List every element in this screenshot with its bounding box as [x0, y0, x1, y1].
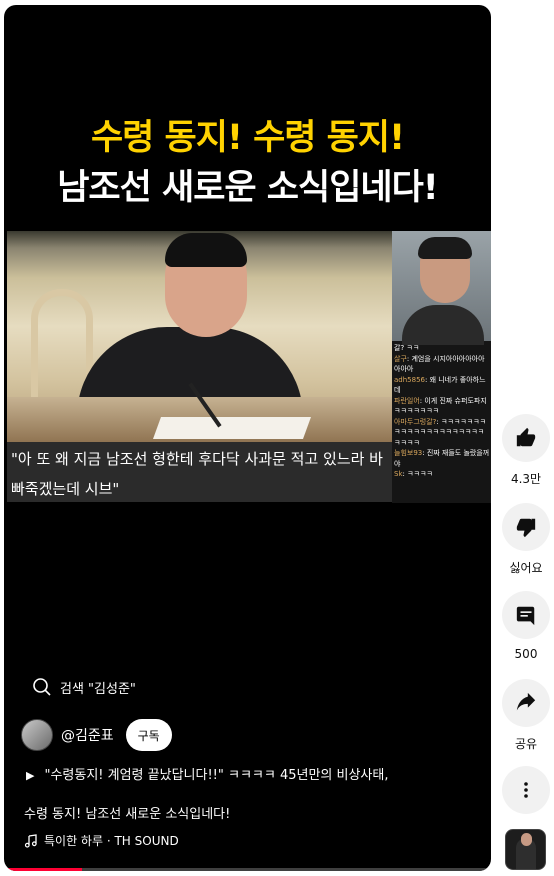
- more-button[interactable]: [502, 766, 550, 814]
- video-player[interactable]: 수령 동지! 수령 동지! 남조선 새로운 소식입네다! "아 또 왜 지금 남…: [4, 5, 491, 871]
- comment-action: 500: [502, 591, 550, 661]
- thumbnail-head-shape: [521, 833, 532, 846]
- video-title-line2[interactable]: 수령 동지! 남조선 새로운 소식입네다!: [24, 803, 474, 822]
- chat-list: 갈? ㅋㅋ 살구: 계엄을 시지아아아아아아아아아 adh5856: 왜 니네가…: [394, 343, 490, 480]
- stream-overlay: 갈? ㅋㅋ 살구: 계엄을 시지아아아아아아아아아 adh5856: 왜 니네가…: [392, 231, 491, 503]
- chat-text: : ㅋㅋㅋㅋ: [402, 470, 433, 478]
- channel-row: @김준표 구독: [21, 719, 172, 751]
- chat-line: 늘힘보93: 진짜 재들도 놀랐을꺼야: [394, 448, 490, 469]
- progress-fill: [4, 868, 82, 871]
- chat-user: 늘힘보93: [394, 449, 423, 457]
- chat-user: Sk: [394, 470, 403, 478]
- channel-handle[interactable]: @김준표: [61, 725, 114, 745]
- streamer-shirt-shape: [402, 305, 484, 345]
- chat-user: 아마두그렁갈?: [394, 417, 437, 426]
- search-suggestion-label: 검색 "김성준": [60, 681, 136, 697]
- video-title-line1: "수령동지! 계엄령 끝났답니다!!" ㅋㅋㅋㅋ 45년만의 비상사태,: [44, 768, 389, 783]
- video-title[interactable]: ▶ "수령동지! 계엄령 끝났답니다!!" ㅋㅋㅋㅋ 45년만의 비상사태,: [26, 767, 466, 784]
- share-button[interactable]: [502, 679, 550, 727]
- chat-user: 파란일어: [394, 396, 420, 405]
- like-count: 4.3만: [510, 472, 542, 486]
- dislike-label: 싫어요: [509, 561, 543, 575]
- thumb-up-icon: [516, 427, 536, 447]
- music-row[interactable]: 특이한 하루 · TH SOUND: [24, 832, 179, 849]
- streamer-cam: [392, 231, 491, 345]
- music-label: 특이한 하루 · TH SOUND: [44, 834, 179, 848]
- share-icon: [516, 692, 536, 711]
- thumb-down-icon: [516, 518, 536, 538]
- shorts-page: 수령 동지! 수령 동지! 남조선 새로운 소식입네다! "아 또 왜 지금 남…: [0, 0, 554, 876]
- share-action: 공유: [502, 679, 550, 752]
- chat-line: 파란일어: 이게 진짜 슈퍼도파지ㅋㅋㅋㅋㅋㅋㅋ: [394, 396, 490, 417]
- chat-line: 아마두그렁갈?: ㅋㅋㅋㅋㅋㅋㅋㅋㅋㅋㅋㅋㅋㅋㅋㅋㅋㅋㅋㅋㅋㅋㅋㅋㅋ: [394, 417, 490, 449]
- more-vert-icon: [524, 782, 528, 798]
- comment-button[interactable]: [502, 591, 550, 639]
- comment-count: 500: [514, 647, 538, 661]
- search-suggestion[interactable]: 검색 "김성준": [32, 677, 136, 697]
- video-headline-2: 남조선 새로운 소식입네다!: [57, 168, 439, 208]
- music-note-icon: [24, 833, 37, 848]
- chat-user: adh5856: [394, 375, 425, 384]
- chat-line: Sk: ㅋㅋㅋㅋ: [394, 469, 490, 480]
- dislike-action: 싫어요: [502, 503, 550, 576]
- subscribe-button[interactable]: 구독: [125, 719, 172, 751]
- share-label: 공유: [514, 737, 538, 751]
- chat-line: adh5856: 왜 니네가 좋아하느데: [394, 375, 490, 396]
- sound-thumbnail[interactable]: [505, 829, 546, 870]
- chat-text: : 계엄을 시지아아아아아아아아아: [394, 354, 485, 374]
- chat-user: 살구: [394, 354, 407, 363]
- paper-shape: [152, 417, 312, 439]
- comment-icon: [516, 606, 535, 626]
- like-button[interactable]: [502, 414, 550, 462]
- video-caption: "아 또 왜 지금 남조선 형한테 후다닥 사과문 적고 있느라 바빠죽겠는데 …: [7, 442, 395, 502]
- streamer-hair-shape: [418, 237, 472, 259]
- more-action: [502, 766, 550, 814]
- person-hair-shape: [165, 233, 247, 267]
- play-icon: ▶: [26, 769, 35, 782]
- avatar[interactable]: [21, 719, 53, 751]
- search-icon: [33, 678, 51, 696]
- like-action: 4.3만: [502, 414, 550, 487]
- chat-text: 갈? ㅋㅋ: [394, 344, 420, 352]
- chat-line: 살구: 계엄을 시지아아아아아아아아아: [394, 354, 490, 375]
- video-frame: [7, 231, 393, 443]
- chat-line: 갈? ㅋㅋ: [394, 343, 490, 354]
- dislike-button[interactable]: [502, 503, 550, 551]
- video-headline-1: 수령 동지! 수령 동지!: [90, 118, 405, 158]
- progress-bar[interactable]: [4, 868, 491, 871]
